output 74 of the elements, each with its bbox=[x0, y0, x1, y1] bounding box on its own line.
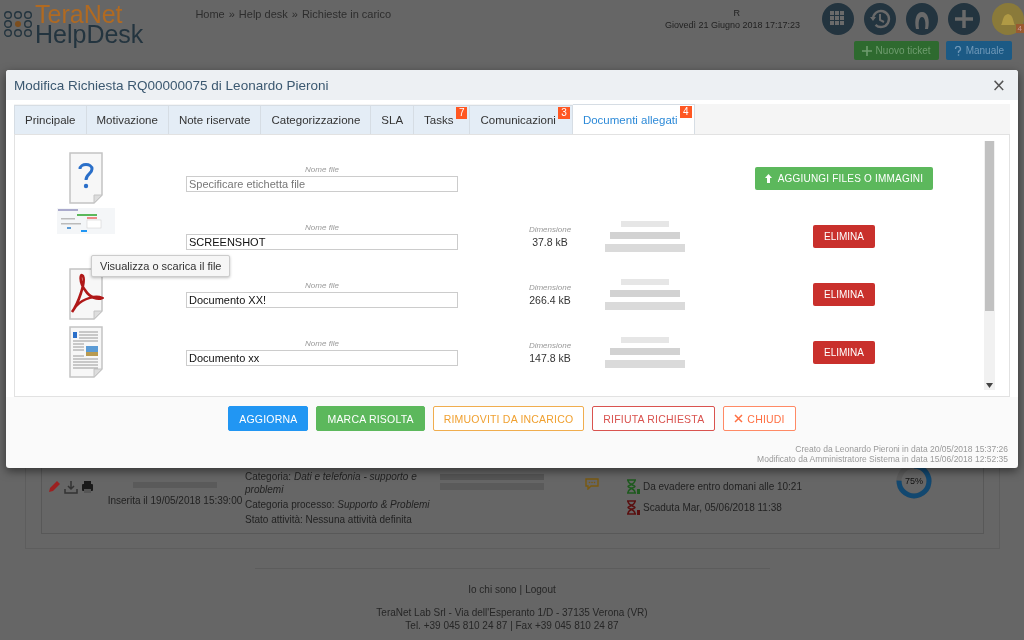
help-icon bbox=[953, 45, 962, 56]
field-label: Nome file bbox=[305, 338, 339, 348]
field-label: Dimensione bbox=[528, 340, 572, 350]
count-badge: 3 bbox=[558, 107, 570, 119]
tab[interactable]: SLA bbox=[371, 105, 415, 134]
hourglass-icon bbox=[625, 500, 641, 515]
field-label: Dimensione bbox=[528, 282, 572, 292]
close-button[interactable]: × bbox=[987, 75, 1010, 95]
delete-button[interactable]: ELIMINA bbox=[813, 224, 875, 248]
print-icon[interactable] bbox=[81, 480, 94, 494]
scrollbar[interactable] bbox=[984, 141, 995, 390]
address-line: Tel. +39 045 810 24 87 | Fax +39 045 810 24 87 bbox=[405, 619, 619, 632]
footer-link[interactable]: Logout bbox=[525, 584, 556, 595]
name-field[interactable]: Specificare etichetta file bbox=[186, 175, 458, 192]
ticket-detail: Categoria: Dati e telefonia - supporto e problemi bbox=[245, 470, 418, 496]
user-icon[interactable] bbox=[906, 3, 938, 35]
close-button[interactable]: CHIUDI bbox=[723, 406, 796, 431]
apps-icon[interactable] bbox=[822, 3, 854, 35]
tab[interactable]: Motivazione bbox=[86, 105, 169, 134]
count-badge: 4 bbox=[679, 106, 692, 118]
notification-badge: 4 bbox=[1015, 24, 1024, 33]
scroll-down-icon[interactable] bbox=[986, 383, 993, 388]
count-badge: 7 bbox=[455, 107, 468, 119]
tab[interactable]: Categorizzazione bbox=[261, 105, 372, 134]
deadline-text: Da evadere entro domani alle 10:21 bbox=[643, 481, 802, 492]
inserted-date: Inserita il 19/05/2018 15:39:00 bbox=[107, 495, 243, 506]
modal-title: Modifica Richiesta RQ00000075 di Leonardo Pieroni bbox=[14, 77, 329, 93]
field-label: Nome file bbox=[305, 164, 339, 174]
plus-icon bbox=[861, 45, 872, 56]
name-field[interactable]: SCREENSHOT bbox=[186, 233, 458, 250]
download-icon[interactable] bbox=[64, 480, 78, 494]
breadcrumb-separator: » bbox=[291, 8, 298, 20]
brand-name: TeraNet bbox=[35, 4, 123, 24]
close-icon bbox=[734, 414, 744, 423]
scrollbar-thumb[interactable] bbox=[985, 140, 994, 311]
tab[interactable]: Tasks 7 bbox=[414, 105, 471, 134]
screenshot-thumbnail[interactable] bbox=[57, 208, 115, 234]
link-separator: | bbox=[519, 584, 523, 595]
field-label: Nome file bbox=[305, 280, 339, 290]
tab[interactable]: Note riservate bbox=[168, 105, 262, 134]
document-file-icon[interactable] bbox=[68, 326, 104, 378]
date-time: Giovedì 21 Giugno 2018 17:17:23 bbox=[664, 19, 800, 31]
hourglass-icon bbox=[625, 479, 641, 494]
file-size: 266.4 kB bbox=[529, 293, 571, 306]
tab[interactable]: Principale bbox=[14, 105, 87, 134]
history-icon[interactable] bbox=[864, 3, 896, 35]
field-label: Dimensione bbox=[528, 224, 572, 234]
delete-button[interactable]: ELIMINA bbox=[813, 282, 875, 306]
upload-icon bbox=[764, 173, 772, 183]
tab[interactable]: Documenti allegati 4 bbox=[572, 104, 695, 134]
action-button[interactable]: RIFIUTA RICHIESTA bbox=[592, 406, 716, 431]
modified-info: Modificato da Amministratore Sistema in data 15/06/2018 12:52:35 bbox=[757, 454, 1008, 464]
pdf-file-icon[interactable] bbox=[68, 268, 104, 320]
logo-icon bbox=[4, 10, 32, 38]
name-field[interactable]: Documento xx bbox=[186, 349, 458, 366]
created-info: Creato da Leonardo Pieroni in data 20/05/2018 15:37:26 bbox=[795, 444, 1008, 454]
edit-icon[interactable] bbox=[47, 480, 61, 494]
address-line: TeraNet Lab Srl - Via dell'Esperanto 1/D - 37135 Verona (VR) bbox=[376, 606, 648, 619]
question-file-icon[interactable] bbox=[68, 152, 104, 204]
name-field[interactable]: Documento XX! bbox=[186, 291, 458, 308]
delete-button[interactable]: ELIMINA bbox=[813, 340, 875, 364]
file-size: 147.8 kB bbox=[529, 351, 571, 364]
ticket-detail: Stato attività: Nessuna attività definita bbox=[245, 513, 413, 526]
add-icon[interactable] bbox=[948, 3, 980, 35]
tooltip: Visualizza o scarica il file bbox=[91, 255, 231, 277]
progress-label: 75% bbox=[905, 476, 923, 486]
breadcrumb-separator: » bbox=[228, 8, 235, 20]
bell-icon[interactable] bbox=[990, 3, 1024, 35]
tab[interactable]: Comunicazioni 3 bbox=[470, 105, 573, 134]
ticket-detail: Categoria processo: Supporto & Problemi bbox=[245, 498, 431, 511]
file-size: 37.8 kB bbox=[532, 235, 568, 248]
deadline-text: Scaduta Mar, 05/06/2018 11:38 bbox=[643, 502, 782, 513]
field-label: Nome file bbox=[305, 222, 339, 232]
action-button[interactable]: AGGIORNA bbox=[228, 406, 309, 431]
